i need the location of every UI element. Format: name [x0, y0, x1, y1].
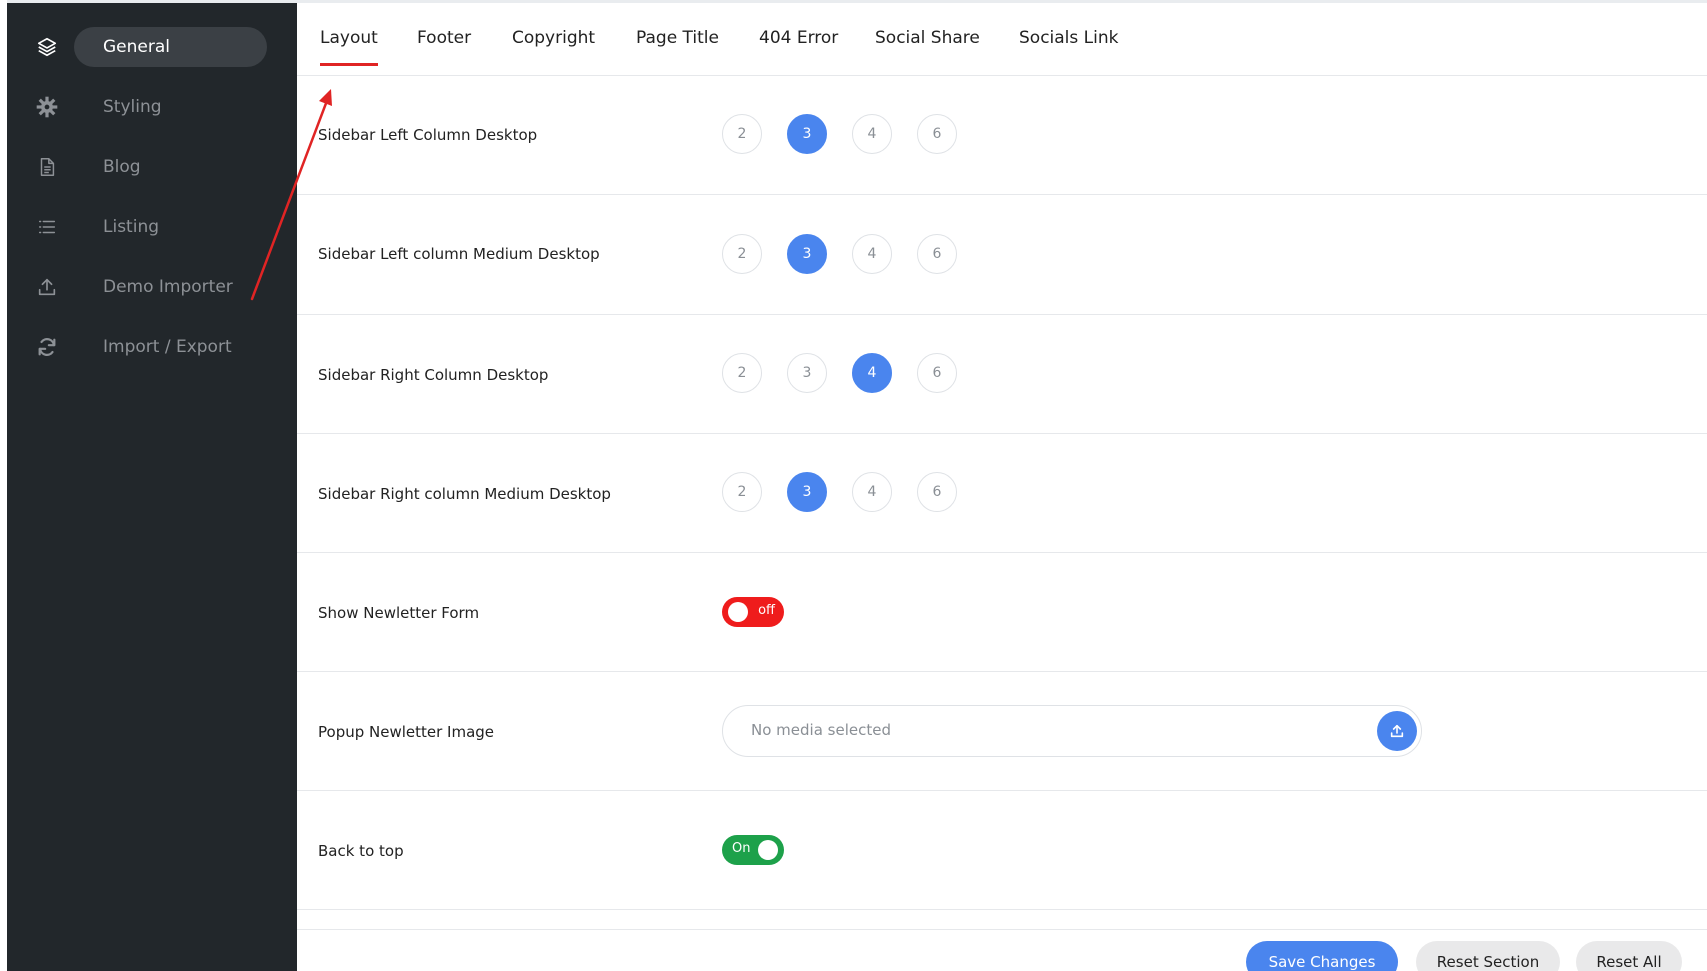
sidebar-item-label: Import / Export: [103, 337, 232, 357]
column-option-4[interactable]: 4: [852, 234, 892, 274]
column-option-3[interactable]: 3: [787, 234, 827, 274]
setting-label: Sidebar Left Column Desktop: [318, 126, 538, 144]
column-option-6[interactable]: 6: [917, 234, 957, 274]
media-url-field[interactable]: [751, 721, 1311, 739]
setting-label: Sidebar Right column Medium Desktop: [318, 485, 611, 503]
tab-layout[interactable]: Layout: [320, 28, 378, 66]
tab-404-error[interactable]: 404 Error: [759, 28, 838, 48]
save-changes-button[interactable]: Save Changes: [1246, 941, 1398, 971]
sidebar-item-blog[interactable]: Blog: [7, 147, 297, 187]
document-icon: [35, 155, 59, 179]
sidebar-item-demo-importer[interactable]: Demo Importer: [7, 267, 297, 307]
setting-label: Back to top: [318, 842, 404, 860]
sidebar-item-styling[interactable]: Styling: [7, 87, 297, 127]
setting-row-newsletter-image: Popup Newletter Image: [297, 672, 1707, 791]
setting-row-back-to-top: Back to top On: [297, 791, 1707, 910]
column-option-6[interactable]: 6: [917, 353, 957, 393]
column-option-3[interactable]: 3: [787, 114, 827, 154]
toggle-state-text: off: [758, 603, 775, 618]
layers-icon: [35, 35, 59, 59]
column-option-group: 2 3 4 6: [722, 234, 957, 274]
setting-row-sidebar-right-desktop: Sidebar Right Column Desktop 2 3 4 6: [297, 315, 1707, 434]
column-option-group: 2 3 4 6: [722, 472, 957, 512]
column-option-group: 2 3 4 6: [722, 114, 957, 154]
column-option-2[interactable]: 2: [722, 114, 762, 154]
column-option-2[interactable]: 2: [722, 234, 762, 274]
settings-panel: Layout Footer Copyright Page Title 404 E…: [297, 3, 1707, 971]
toggle-state-text: On: [732, 841, 751, 856]
setting-row-sidebar-right-medium: Sidebar Right column Medium Desktop 2 3 …: [297, 434, 1707, 553]
list-icon: [35, 215, 59, 239]
column-option-2[interactable]: 2: [722, 472, 762, 512]
window-left-edge: [0, 0, 7, 971]
newsletter-form-toggle[interactable]: off: [722, 597, 784, 627]
column-option-6[interactable]: 6: [917, 472, 957, 512]
sidebar-item-label: Demo Importer: [103, 277, 233, 297]
sidebar-item-label: Styling: [103, 97, 162, 117]
refresh-icon: [35, 335, 59, 359]
reset-section-button[interactable]: Reset Section: [1416, 941, 1560, 971]
sidebar-item-import-export[interactable]: Import / Export: [7, 327, 297, 367]
toggle-knob: [758, 840, 778, 860]
setting-row-newsletter-form: Show Newletter Form off: [297, 553, 1707, 672]
toggle-knob: [728, 602, 748, 622]
sidebar: General Styling Blog Listing Demo Import…: [7, 3, 297, 971]
column-option-3[interactable]: 3: [787, 353, 827, 393]
tab-bar: Layout Footer Copyright Page Title 404 E…: [297, 3, 1707, 76]
sidebar-item-listing[interactable]: Listing: [7, 207, 297, 247]
column-option-4[interactable]: 4: [852, 472, 892, 512]
column-option-4[interactable]: 4: [852, 353, 892, 393]
column-option-4[interactable]: 4: [852, 114, 892, 154]
upload-icon: [1389, 723, 1405, 739]
sidebar-item-label: Blog: [103, 157, 141, 177]
setting-label: Sidebar Left column Medium Desktop: [318, 245, 600, 263]
column-option-6[interactable]: 6: [917, 114, 957, 154]
sidebar-item-general[interactable]: General: [7, 27, 297, 67]
setting-row-sidebar-left-desktop: Sidebar Left Column Desktop 2 3 4 6: [297, 76, 1707, 195]
sidebar-item-label: General: [103, 37, 170, 57]
reset-all-button[interactable]: Reset All: [1576, 941, 1682, 971]
tab-social-share[interactable]: Social Share: [875, 28, 980, 48]
media-picker: [722, 705, 1422, 757]
column-option-3[interactable]: 3: [787, 472, 827, 512]
tab-socials-link[interactable]: Socials Link: [1019, 28, 1118, 48]
column-option-2[interactable]: 2: [722, 353, 762, 393]
setting-row-sidebar-left-medium: Sidebar Left column Medium Desktop 2 3 4…: [297, 195, 1707, 315]
sidebar-item-label: Listing: [103, 217, 160, 237]
upload-icon: [35, 275, 59, 299]
setting-label: Popup Newletter Image: [318, 723, 495, 741]
tab-copyright[interactable]: Copyright: [512, 28, 595, 48]
setting-label: Sidebar Right Column Desktop: [318, 366, 549, 384]
gear-icon: [35, 95, 59, 119]
tab-footer[interactable]: Footer: [417, 28, 471, 48]
setting-label: Show Newletter Form: [318, 604, 480, 622]
media-upload-button[interactable]: [1377, 711, 1417, 751]
action-bar: Save Changes Reset Section Reset All: [297, 929, 1707, 971]
back-to-top-toggle[interactable]: On: [722, 835, 784, 865]
column-option-group: 2 3 4 6: [722, 353, 957, 393]
tab-page-title[interactable]: Page Title: [636, 28, 719, 48]
